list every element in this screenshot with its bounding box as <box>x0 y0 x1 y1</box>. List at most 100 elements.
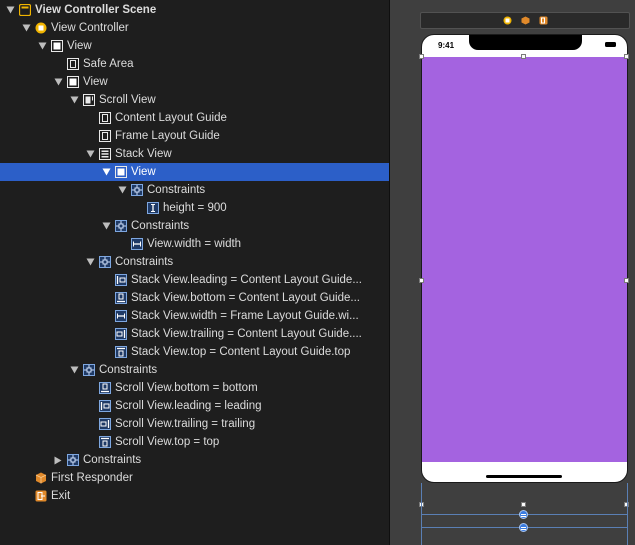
outline-row[interactable]: Scroll View.bottom = bottom <box>0 379 389 397</box>
outline-row[interactable]: Stack View.top = Content Layout Guide.to… <box>0 343 389 361</box>
height-constraint-icon <box>147 202 159 214</box>
view-icon <box>51 40 63 52</box>
resize-handle[interactable] <box>624 54 629 59</box>
outline-row[interactable]: Frame Layout Guide <box>0 127 389 145</box>
resize-handle[interactable] <box>521 502 526 507</box>
outline-row[interactable]: First Responder <box>0 469 389 487</box>
resize-handle[interactable] <box>419 54 424 59</box>
outline-row[interactable]: View Controller <box>0 19 389 37</box>
outline-row-label: Frame Layout Guide <box>115 130 220 142</box>
disclosure-collapsed-icon[interactable] <box>52 451 64 469</box>
outline-row[interactable]: Stack View <box>0 145 389 163</box>
constraints-icon <box>67 454 79 466</box>
outline-row[interactable]: Stack View.width = Frame Layout Guide.wi… <box>0 307 389 325</box>
view-icon <box>67 76 79 88</box>
layout-guide-icon <box>67 58 79 70</box>
outline-row-label: Content Layout Guide <box>115 112 227 124</box>
disclosure-expanded-icon[interactable] <box>20 19 32 37</box>
outline-row[interactable]: Constraints <box>0 253 389 271</box>
first-responder-icon[interactable] <box>521 16 530 25</box>
constraints-icon <box>99 256 111 268</box>
outline-row-label: Stack View.trailing = Content Layout Gui… <box>131 328 362 340</box>
battery-icon <box>605 42 616 47</box>
outline-row[interactable]: View <box>0 73 389 91</box>
outline-row[interactable]: Scroll View.trailing = trailing <box>0 415 389 433</box>
outline-row[interactable]: Exit <box>0 487 389 505</box>
outline-row[interactable]: Safe Area <box>0 55 389 73</box>
disclosure-expanded-icon[interactable] <box>68 91 80 109</box>
outline-row[interactable]: Content Layout Guide <box>0 109 389 127</box>
purple-view[interactable] <box>422 57 627 462</box>
exit-icon <box>35 490 47 502</box>
outline-row[interactable]: Constraints <box>0 451 389 469</box>
layout-guide-icon <box>99 130 111 142</box>
outline-row-label: Constraints <box>147 184 206 196</box>
disclosure-expanded-icon[interactable] <box>116 181 128 199</box>
outline-row[interactable]: View <box>0 37 389 55</box>
outline-row[interactable]: Stack View.leading = Content Layout Guid… <box>0 271 389 289</box>
outline-row-label: Constraints <box>83 454 142 466</box>
outline-row[interactable]: height = 900 <box>0 199 389 217</box>
constraint-badge-icon[interactable] <box>519 510 528 519</box>
bottom-constraint-icon <box>99 382 111 394</box>
outline-row-label: Constraints <box>131 220 190 232</box>
outline-row-label: View.width = width <box>147 238 242 250</box>
outline-row[interactable]: View <box>0 163 389 181</box>
resize-handle[interactable] <box>419 278 424 283</box>
constraints-icon <box>115 220 127 232</box>
trailing-constraint-icon <box>99 418 111 430</box>
scroll-view-icon <box>83 94 95 106</box>
outline-row-label: View Controller <box>51 22 129 34</box>
iphone-device-frame: 9:41 <box>421 34 628 483</box>
disclosure-expanded-icon[interactable] <box>36 37 48 55</box>
outline-row[interactable]: Scroll View.top = top <box>0 433 389 451</box>
outline-row[interactable]: Constraints <box>0 181 389 199</box>
disclosure-expanded-icon[interactable] <box>4 1 16 19</box>
outline-row[interactable]: Constraints <box>0 217 389 235</box>
outline-row-label: Constraints <box>115 256 174 268</box>
disclosure-expanded-icon[interactable] <box>68 361 80 379</box>
outline-row[interactable]: Stack View.trailing = Content Layout Gui… <box>0 325 389 343</box>
outline-row[interactable]: Constraints <box>0 361 389 379</box>
outline-row-label: height = 900 <box>163 202 227 214</box>
bottom-constraint-icon <box>115 292 127 304</box>
outline-row-label: Scroll View.bottom = bottom <box>115 382 258 394</box>
outline-row-label: View <box>67 40 92 52</box>
outline-row[interactable]: View Controller Scene <box>0 1 389 19</box>
outline-row-label: First Responder <box>51 472 133 484</box>
outline-row[interactable]: Scroll View.leading = leading <box>0 397 389 415</box>
resize-handle[interactable] <box>624 278 629 283</box>
outline-row[interactable]: Scroll View <box>0 91 389 109</box>
outline-row-label: View <box>131 166 156 178</box>
disclosure-expanded-icon[interactable] <box>100 163 112 181</box>
outline-row-label: Stack View.leading = Content Layout Guid… <box>131 274 362 286</box>
view-controller-icon[interactable] <box>503 16 512 25</box>
top-constraint-icon <box>99 436 111 448</box>
exit-icon[interactable] <box>539 16 548 25</box>
outline-row[interactable]: View.width = width <box>0 235 389 253</box>
outline-row-label: Exit <box>51 490 71 502</box>
disclosure-expanded-icon[interactable] <box>84 253 96 271</box>
disclosure-expanded-icon[interactable] <box>84 145 96 163</box>
outline-row-label: View <box>83 76 108 88</box>
device-notch <box>469 35 582 50</box>
outline-row-label: Stack View.width = Frame Layout Guide.wi… <box>131 310 359 322</box>
disclosure-expanded-icon[interactable] <box>100 217 112 235</box>
outline-row-label: Scroll View.leading = leading <box>115 400 262 412</box>
resize-handle[interactable] <box>521 54 526 59</box>
scene-dock <box>420 12 630 29</box>
view-icon <box>115 166 127 178</box>
scene-icon <box>19 4 31 16</box>
constraint-badge-icon[interactable] <box>519 523 528 532</box>
storyboard-canvas[interactable]: 9:41 <box>390 0 635 545</box>
outline-row-label: Constraints <box>99 364 158 376</box>
outline-row-label: Stack View <box>115 148 172 160</box>
leading-constraint-icon <box>115 274 127 286</box>
outline-row-label: Stack View.bottom = Content Layout Guide… <box>131 292 360 304</box>
top-constraint-icon <box>115 346 127 358</box>
constraints-icon <box>83 364 95 376</box>
layout-guide-icon <box>99 112 111 124</box>
outline-row-label: Scroll View.top = top <box>115 436 220 448</box>
outline-row[interactable]: Stack View.bottom = Content Layout Guide… <box>0 289 389 307</box>
disclosure-expanded-icon[interactable] <box>52 73 64 91</box>
